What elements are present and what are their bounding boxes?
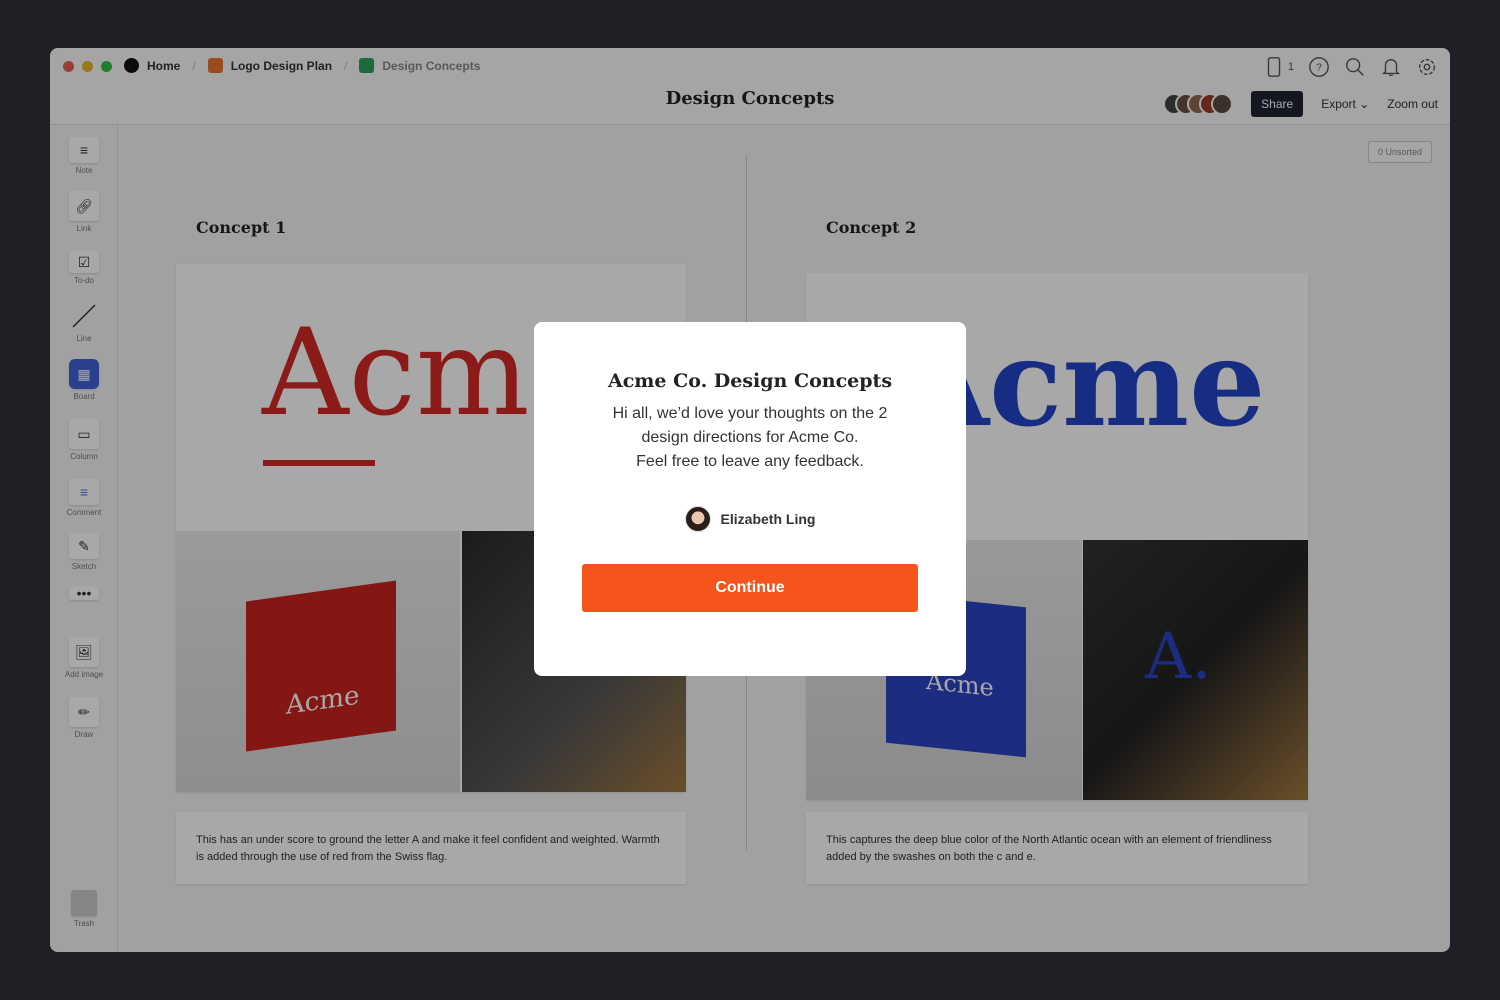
message-line: design directions for Acme Co.: [641, 429, 859, 446]
continue-button[interactable]: Continue: [582, 564, 918, 612]
message-line: Hi all, we’d love your thoughts on the 2: [612, 405, 888, 422]
modal-message: Hi all, we’d love your thoughts on the 2…: [534, 402, 966, 474]
modal-title: Acme Co. Design Concepts: [607, 370, 893, 392]
avatar: [684, 506, 711, 532]
message-line: Feel free to leave any feedback.: [636, 453, 864, 470]
welcome-modal: Acme Co. Design Concepts Hi all, we’d lo…: [534, 322, 966, 676]
author: Elizabeth Ling: [534, 506, 966, 532]
author-name: Elizabeth Ling: [720, 511, 816, 527]
